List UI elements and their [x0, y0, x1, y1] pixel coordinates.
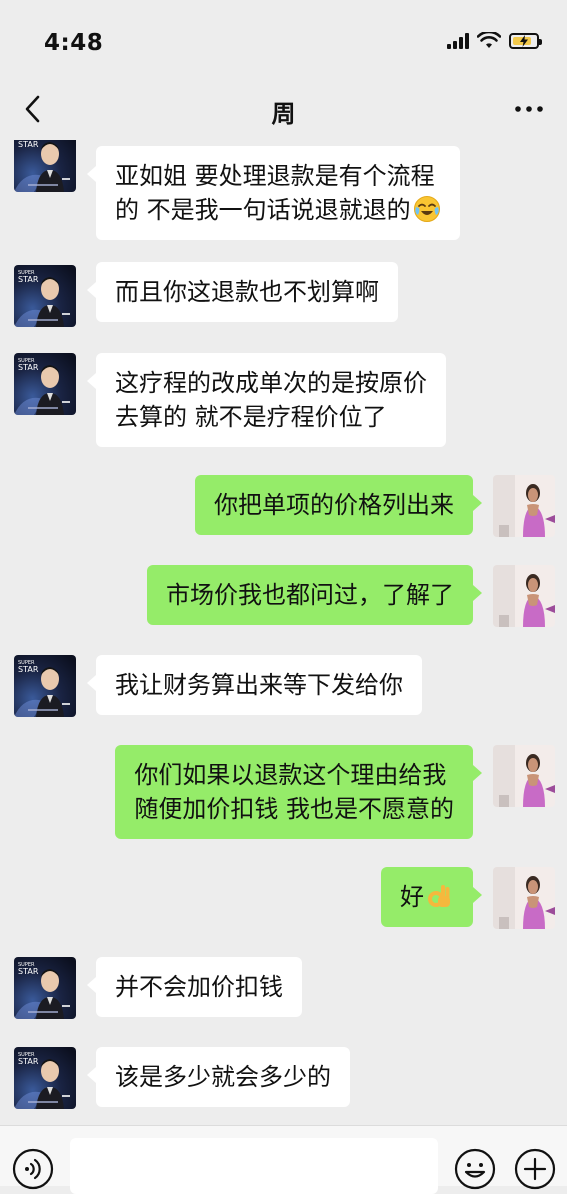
avatar-contact[interactable]: SUPER STAR	[14, 957, 76, 1019]
avatar-self[interactable]	[493, 867, 555, 929]
message-bubble-incoming[interactable]: 而且你这退款也不划算啊	[87, 262, 398, 322]
chat-title: 周	[271, 100, 296, 128]
self-avatar-image	[493, 867, 555, 929]
message-text: 亚如姐 要处理退款是有个流程	[115, 162, 435, 190]
message-text: 而且你这退款也不划算啊	[115, 278, 379, 306]
message-text: 这疗程的改成单次的是按原价	[115, 369, 427, 397]
svg-text:STAR: STAR	[18, 363, 39, 372]
message-list[interactable]: SUPER STAR 亚如姐 要处理退款是有个流程 的 不是我一句话说退就退的 …	[0, 140, 567, 1130]
voice-input-icon[interactable]	[12, 1148, 54, 1190]
svg-text:STAR: STAR	[18, 1057, 39, 1066]
message-text: 去算的 就不是疗程价位了	[115, 403, 387, 431]
message-bubble-outgoing[interactable]: 好	[381, 867, 482, 927]
svg-text:STAR: STAR	[18, 665, 39, 674]
contact-avatar-image: SUPER STAR	[14, 957, 76, 1019]
ok-hand-emoji-icon	[428, 885, 450, 907]
crying-laughing-emoji-icon	[413, 196, 440, 222]
message-text: 你把单项的价格列出来	[214, 491, 454, 519]
wifi-icon	[477, 32, 501, 48]
avatar-self[interactable]	[493, 475, 555, 537]
message-text: 随便加价扣钱 我也是不愿意的	[134, 795, 454, 823]
svg-text:STAR: STAR	[18, 967, 39, 976]
message-text: 该是多少就会多少的	[115, 1063, 331, 1091]
more-options-icon[interactable]	[511, 92, 547, 126]
message-text: 我让财务算出来等下发给你	[115, 671, 403, 699]
self-avatar-image	[493, 475, 555, 537]
message-bubble-incoming[interactable]: 这疗程的改成单次的是按原价 去算的 就不是疗程价位了	[87, 353, 446, 447]
avatar-self[interactable]	[493, 745, 555, 807]
contact-avatar-image: SUPER STAR	[14, 353, 76, 415]
self-avatar-image	[493, 565, 555, 627]
message-bubble-incoming[interactable]: 该是多少就会多少的	[87, 1047, 350, 1107]
input-bar	[0, 1125, 567, 1194]
contact-avatar-image: SUPER STAR	[14, 1047, 76, 1109]
message-text: 并不会加价扣钱	[115, 973, 283, 1001]
avatar-contact[interactable]: SUPER STAR	[14, 353, 76, 415]
avatar-contact[interactable]: SUPER STAR	[14, 1047, 76, 1109]
contact-avatar-image: SUPER STAR	[14, 655, 76, 717]
avatar-contact[interactable]: SUPER STAR	[14, 655, 76, 717]
battery-charging-icon	[509, 33, 542, 49]
message-bubble-incoming[interactable]: 亚如姐 要处理退款是有个流程 的 不是我一句话说退就退的	[87, 146, 460, 240]
svg-text:STAR: STAR	[18, 140, 39, 149]
status-time: 4:48	[44, 30, 104, 56]
emoji-picker-icon[interactable]	[454, 1148, 496, 1190]
contact-avatar-image: SUPER STAR	[14, 140, 76, 192]
avatar-self[interactable]	[493, 565, 555, 627]
status-icons	[447, 32, 542, 50]
status-bar: 4:48	[0, 0, 567, 80]
message-input[interactable]	[70, 1138, 438, 1194]
chat-header: 周	[0, 80, 567, 140]
avatar-contact[interactable]: SUPER STAR	[14, 140, 76, 192]
message-bubble-incoming[interactable]: 并不会加价扣钱	[87, 957, 302, 1017]
message-text: 的 不是我一句话说退就退的	[115, 196, 411, 224]
message-bubble-outgoing[interactable]: 市场价我也都问过，了解了	[147, 565, 482, 625]
more-actions-plus-icon[interactable]	[514, 1148, 556, 1190]
message-bubble-incoming[interactable]: 我让财务算出来等下发给你	[87, 655, 422, 715]
svg-text:STAR: STAR	[18, 275, 39, 284]
message-text: 好	[400, 883, 424, 911]
message-bubble-outgoing[interactable]: 你把单项的价格列出来	[195, 475, 482, 535]
message-text: 市场价我也都问过，了解了	[166, 581, 454, 609]
self-avatar-image	[493, 745, 555, 807]
cellular-signal-icon	[447, 33, 469, 49]
message-bubble-outgoing[interactable]: 你们如果以退款这个理由给我 随便加价扣钱 我也是不愿意的	[115, 745, 482, 839]
message-text: 你们如果以退款这个理由给我	[134, 761, 447, 789]
avatar-contact[interactable]: SUPER STAR	[14, 265, 76, 327]
contact-avatar-image: SUPER STAR	[14, 265, 76, 327]
